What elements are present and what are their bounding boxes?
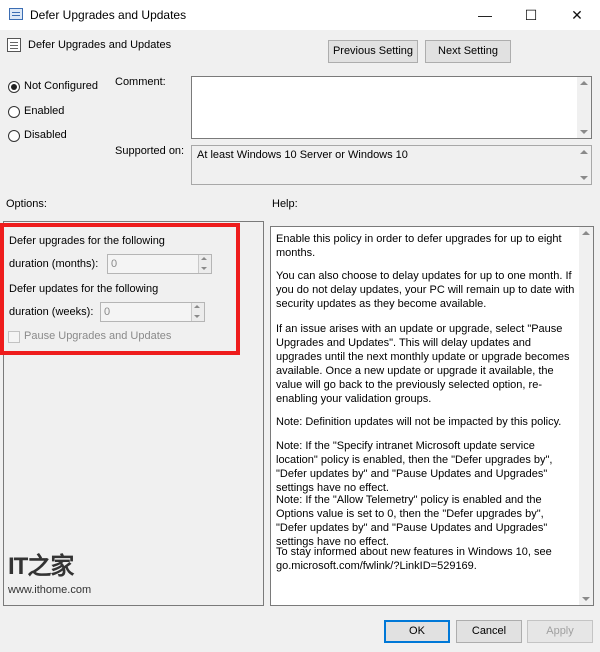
minimize-button[interactable]: — [462, 0, 508, 30]
supported-on-scrollbar[interactable] [577, 146, 591, 184]
scroll-up-arrow-icon[interactable] [580, 81, 588, 85]
help-paragraph: You can also choose to delay updates for… [276, 270, 575, 310]
supported-on-label: Supported on: [115, 145, 185, 157]
apply-button[interactable]: Apply [527, 620, 593, 643]
previous-setting-button[interactable]: Previous Setting [328, 40, 418, 63]
red-highlight-box [0, 223, 240, 355]
scroll-down-arrow-icon[interactable] [580, 176, 588, 180]
help-paragraph: Note: If the "Allow Telemetry" policy is… [276, 494, 548, 548]
scroll-up-arrow-icon[interactable] [582, 231, 590, 235]
radio-disabled-label: Disabled [24, 129, 67, 141]
help-panel: Enable this policy in order to defer upg… [270, 226, 594, 606]
supported-on-value: At least Windows 10 Server or Windows 10 [197, 149, 408, 161]
cancel-button[interactable]: Cancel [456, 620, 522, 643]
title-bar: Defer Upgrades and Updates — ☐ ✕ [0, 0, 600, 30]
help-paragraph: Note: Definition updates will not be imp… [276, 416, 562, 428]
ok-button[interactable]: OK [384, 620, 450, 643]
maximize-button[interactable]: ☐ [508, 0, 554, 30]
ithome-logo: IT之家 [8, 553, 74, 580]
policy-title: Defer Upgrades and Updates [28, 39, 172, 51]
radio-not-configured-label: Not Configured [24, 80, 98, 92]
window-title: Defer Upgrades and Updates [30, 8, 187, 22]
supported-on-box: At least Windows 10 Server or Windows 10 [191, 145, 592, 185]
next-setting-button[interactable]: Next Setting [425, 40, 511, 63]
comment-textbox[interactable] [191, 76, 592, 139]
scroll-down-arrow-icon[interactable] [582, 597, 590, 601]
help-paragraph: If an issue arises with an update or upg… [276, 323, 570, 405]
radio-disabled-circle[interactable] [8, 130, 20, 142]
close-button[interactable]: ✕ [554, 0, 600, 30]
scroll-up-arrow-icon[interactable] [580, 150, 588, 154]
policy-window-icon [9, 8, 23, 20]
help-label: Help: [272, 198, 298, 210]
options-label: Options: [6, 198, 47, 210]
comment-scrollbar[interactable] [577, 77, 591, 138]
policy-setting-icon [7, 38, 21, 52]
help-paragraph: Enable this policy in order to defer upg… [276, 233, 562, 259]
ithome-url: www.ithome.com [8, 584, 92, 596]
radio-enabled-circle[interactable] [8, 106, 20, 118]
comment-label: Comment: [115, 76, 166, 88]
help-scrollbar[interactable] [579, 227, 593, 605]
radio-enabled-label: Enabled [24, 105, 65, 117]
scroll-down-arrow-icon[interactable] [580, 130, 588, 134]
help-paragraph: To stay informed about new features in W… [276, 546, 552, 572]
radio-not-configured-circle[interactable] [8, 81, 20, 93]
help-paragraph: Note: If the "Specify intranet Microsoft… [276, 440, 553, 494]
